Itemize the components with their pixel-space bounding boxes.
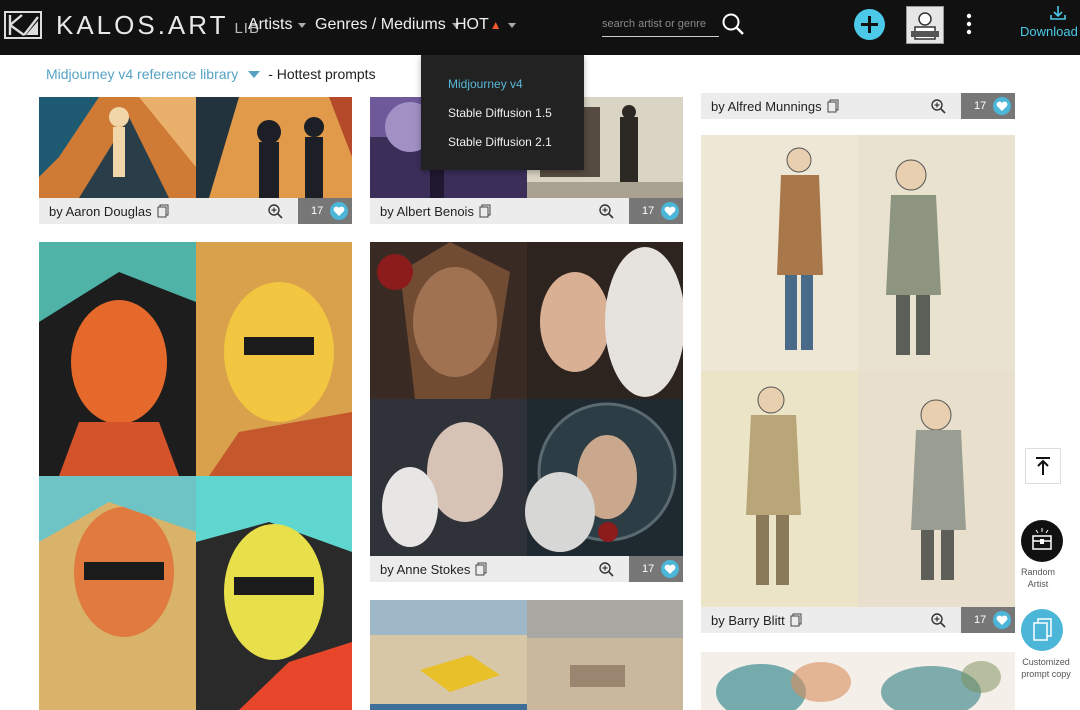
heart-icon[interactable]: [661, 202, 679, 220]
card-caption: by Barry Blitt: [701, 607, 961, 633]
avatar-illustration: [907, 7, 943, 43]
random-label-line2: Artist: [1027, 579, 1049, 589]
random-artist-button[interactable]: [1021, 520, 1063, 562]
copy-icon[interactable]: [790, 613, 802, 627]
card-caption: by Albert Benois: [370, 198, 629, 224]
hot-dropdown-menu: Midjourney v4 Stable Diffusion 1.5 Stabl…: [421, 55, 584, 170]
artist-card: [39, 242, 352, 710]
arrow-up-icon: [1036, 457, 1050, 475]
more-vertical-icon[interactable]: [964, 13, 974, 35]
chevron-down-icon: [507, 22, 516, 28]
logo-mark-icon: [4, 11, 42, 39]
random-artist-label: Random Artist: [1014, 566, 1062, 590]
card-caption: by Aaron Douglas: [39, 198, 298, 224]
nav-genres-label: Genres / Mediums: [315, 16, 446, 33]
artist-name[interactable]: by Aaron Douglas: [49, 204, 152, 219]
artist-card: by Anne Stokes 17: [370, 242, 683, 582]
menu-item-stable-diffusion-15[interactable]: Stable Diffusion 1.5: [448, 106, 552, 120]
zoom-in-icon[interactable]: [599, 562, 614, 577]
copy-label-line2: prompt copy: [1021, 669, 1071, 679]
hottest-prompts-label: - Hottest prompts: [268, 66, 376, 82]
like-count: 17: [974, 100, 987, 112]
like-count: 17: [642, 205, 655, 217]
download-icon: [1050, 6, 1066, 20]
artwork-image[interactable]: [370, 600, 683, 710]
flame-icon: ▲: [489, 18, 502, 32]
artwork-image[interactable]: [39, 242, 352, 710]
copy-icon[interactable]: [157, 204, 169, 218]
heart-icon[interactable]: [661, 560, 679, 578]
chevron-down-icon: [298, 22, 307, 28]
artwork-image[interactable]: [370, 242, 683, 556]
artist-name[interactable]: by Albert Benois: [380, 204, 474, 219]
menu-item-midjourney-v4[interactable]: Midjourney v4: [448, 77, 523, 91]
like-count: 17: [642, 563, 655, 575]
artist-name[interactable]: by Alfred Munnings: [711, 99, 822, 114]
artist-card: [701, 652, 1015, 710]
artwork-image[interactable]: [701, 135, 1015, 607]
plus-icon: [861, 16, 878, 33]
copy-icon[interactable]: [475, 562, 487, 576]
artist-card: by Aaron Douglas 17: [39, 97, 352, 224]
customized-prompt-copy-button[interactable]: [1021, 609, 1063, 651]
site-logo[interactable]: KALOS.ART LIB: [4, 10, 260, 40]
heart-icon[interactable]: [993, 97, 1011, 115]
nav-artists-label: Artists: [248, 16, 293, 33]
download-label: Download A: [1020, 24, 1080, 39]
nav-hot-label: HOT: [455, 16, 489, 33]
zoom-in-icon[interactable]: [931, 99, 946, 114]
nav-artists[interactable]: Artists: [248, 16, 307, 34]
library-selector: Midjourney v4 reference library - Hottes…: [46, 66, 376, 82]
artwork-image[interactable]: [701, 652, 1015, 710]
random-label-line1: Random: [1020, 567, 1056, 577]
copy-label-line1: Customized: [1022, 657, 1070, 667]
search-input[interactable]: [602, 14, 719, 34]
card-caption: by Alfred Munnings: [701, 93, 961, 119]
customized-prompt-copy-label: Customized prompt copy: [1012, 656, 1080, 680]
zoom-in-icon[interactable]: [599, 204, 614, 219]
search-field: [602, 14, 719, 37]
caret-down-icon[interactable]: [248, 70, 261, 78]
like-count: 17: [311, 205, 324, 217]
nav-hot[interactable]: HOT ▲: [455, 16, 516, 34]
logo-text: KALOS.ART: [56, 9, 229, 40]
artwork-image[interactable]: [39, 97, 352, 198]
card-caption: by Anne Stokes: [370, 556, 629, 582]
nav-genres-mediums[interactable]: Genres / Mediums: [315, 16, 460, 34]
heart-icon[interactable]: [330, 202, 348, 220]
treasure-chest-icon: [1032, 528, 1052, 550]
copy-document-icon: [1033, 618, 1052, 641]
like-count: 17: [974, 614, 987, 626]
library-dropdown-link[interactable]: Midjourney v4 reference library: [46, 66, 238, 82]
zoom-in-icon[interactable]: [268, 204, 283, 219]
top-navbar: KALOS.ART LIB Artists Genres / Mediums H…: [0, 0, 1080, 55]
scroll-to-top-button[interactable]: [1025, 448, 1061, 484]
menu-item-stable-diffusion-21[interactable]: Stable Diffusion 2.1: [448, 135, 552, 149]
heart-icon[interactable]: [993, 611, 1011, 629]
search-icon[interactable]: [721, 12, 745, 36]
artist-card: [370, 600, 683, 710]
artist-name[interactable]: by Barry Blitt: [711, 613, 785, 628]
add-button[interactable]: [854, 9, 885, 40]
user-avatar[interactable]: [906, 6, 944, 44]
artist-card: by Alfred Munnings 17: [701, 93, 1015, 119]
copy-icon[interactable]: [827, 99, 839, 113]
copy-icon[interactable]: [479, 204, 491, 218]
zoom-in-icon[interactable]: [931, 613, 946, 628]
artist-card: by Barry Blitt 17: [701, 135, 1015, 633]
artist-name[interactable]: by Anne Stokes: [380, 562, 470, 577]
